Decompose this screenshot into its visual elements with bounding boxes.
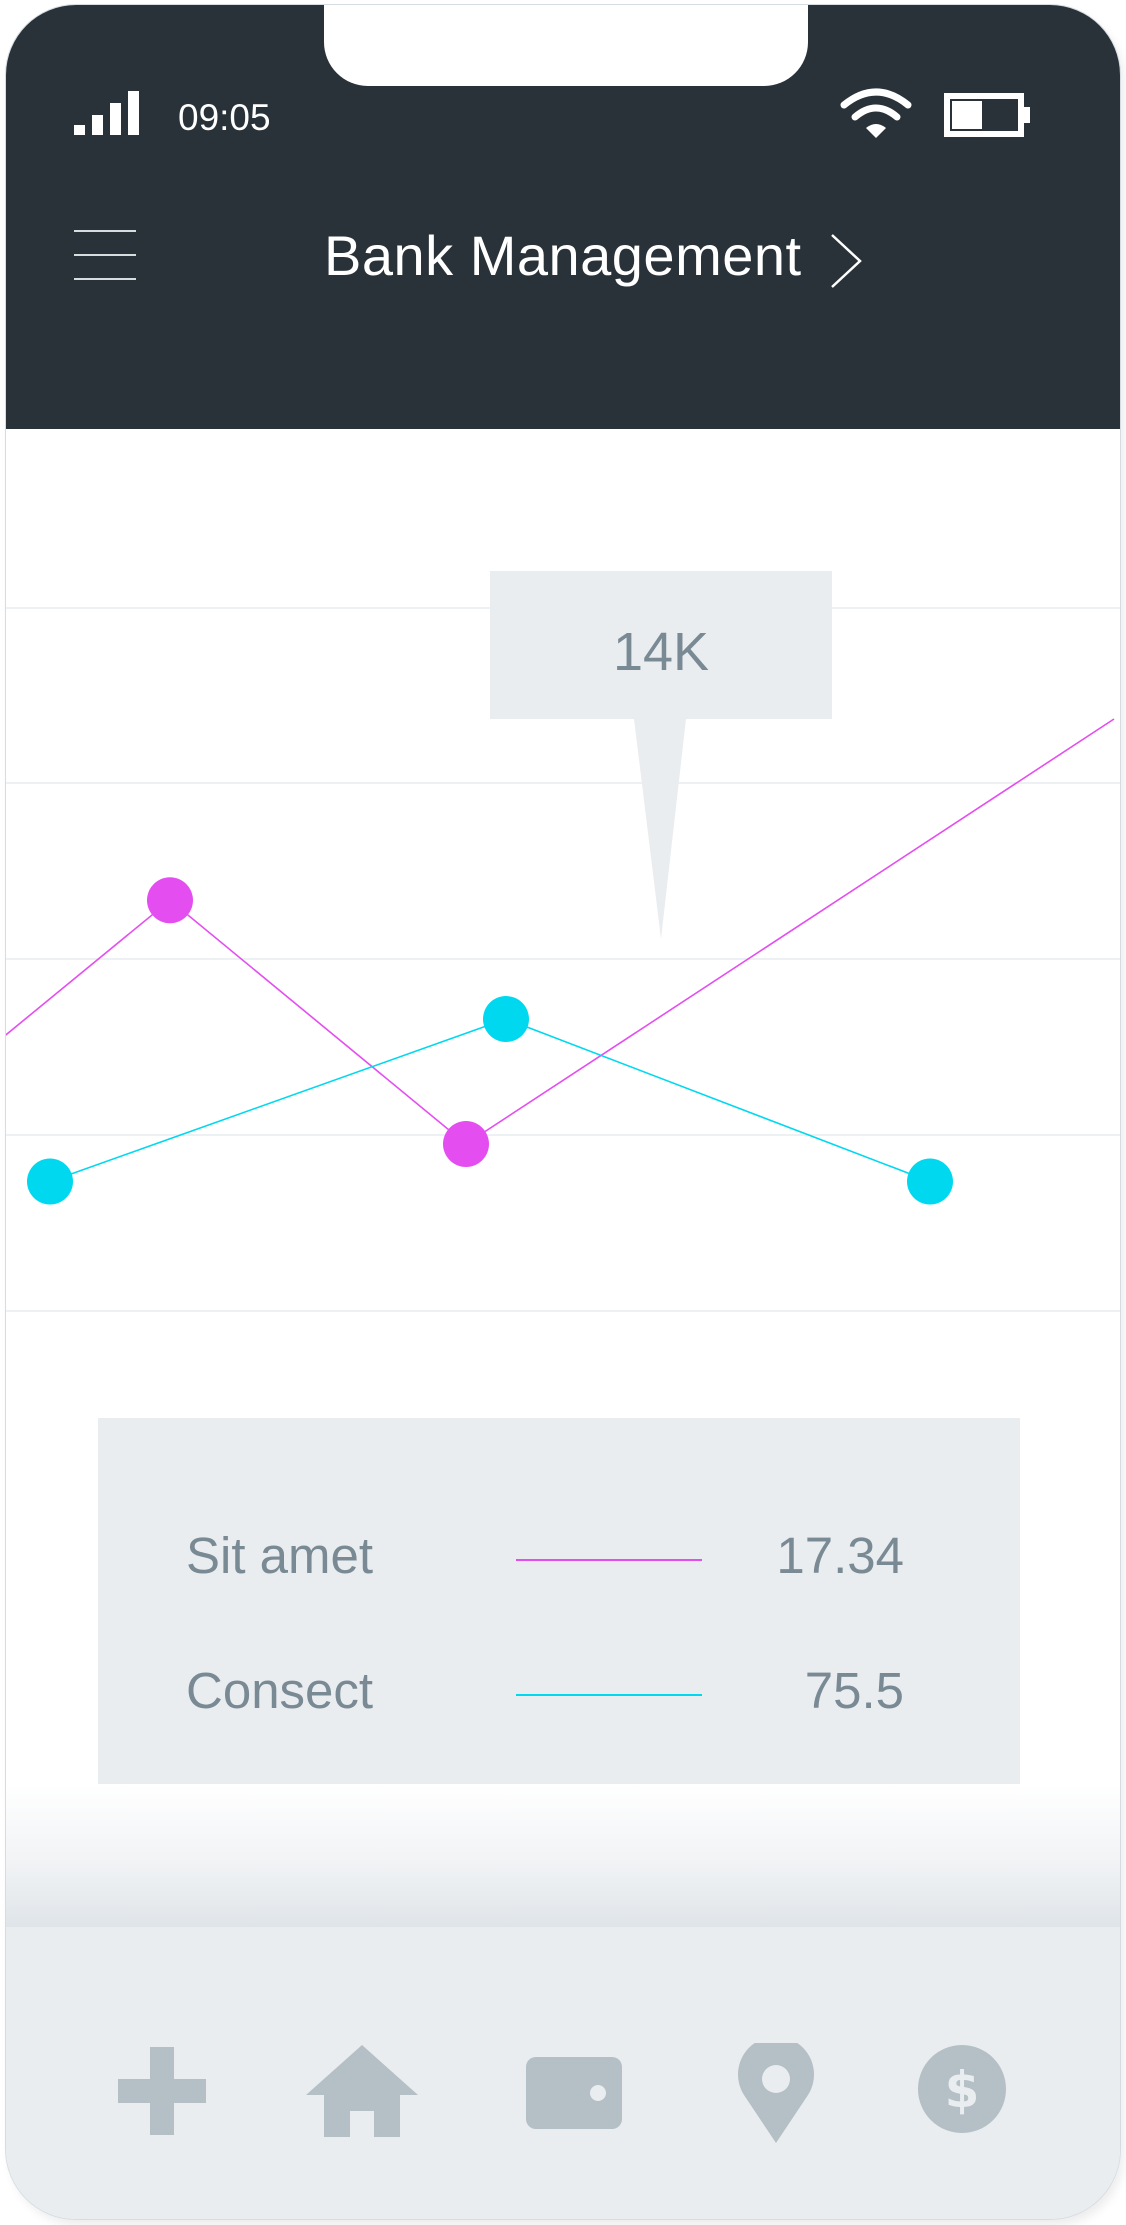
legend-label: Consect: [186, 1662, 374, 1719]
menu-button[interactable]: [74, 230, 138, 280]
signal-strength-icon: [74, 91, 139, 135]
wifi-icon: [840, 88, 912, 138]
legend-value: 17.34: [776, 1527, 904, 1584]
data-point[interactable]: [483, 996, 529, 1042]
data-point[interactable]: [27, 1158, 73, 1205]
data-point[interactable]: [443, 1121, 489, 1167]
home-icon[interactable]: [306, 2045, 418, 2137]
status-time: 09:05: [178, 97, 271, 138]
legend-row: Sit amet 17.34: [98, 1526, 1020, 1596]
dollar-icon[interactable]: $: [918, 2045, 1006, 2133]
plus-icon[interactable]: [118, 2047, 206, 2135]
legend-row: Consect 75.5: [98, 1661, 1020, 1731]
svg-text:$: $: [945, 2061, 980, 2119]
data-point[interactable]: [907, 1158, 953, 1205]
chart-series: [6, 718, 1115, 1205]
page-title: Bank Management: [324, 224, 802, 287]
data-point[interactable]: [147, 877, 193, 924]
phone-frame: 09:05 Bank Management 14K Sit amet 17.34…: [6, 5, 1120, 2219]
chart-tooltip: 14K: [490, 571, 832, 719]
legend-value: 75.5: [804, 1662, 904, 1719]
line-chart: [6, 607, 1120, 1312]
app-header: 09:05 Bank Management: [6, 5, 1120, 429]
legend-panel: Sit amet 17.34 Consect 75.5: [98, 1418, 1020, 1784]
series-line: [6, 718, 1115, 1145]
legend-line-swatch: [516, 1559, 702, 1561]
series-line: [49, 1018, 931, 1183]
location-pin-icon[interactable]: [738, 2043, 814, 2143]
device-notch: [324, 5, 808, 86]
legend-label: Sit amet: [186, 1527, 374, 1584]
wallet-icon[interactable]: [526, 2057, 622, 2129]
bottom-tab-bar: $: [6, 1927, 1120, 2219]
content-fade: [6, 1784, 1120, 1928]
tooltip-pointer: [634, 719, 686, 939]
tooltip-value: 14K: [612, 622, 710, 682]
battery-icon: [944, 93, 1030, 137]
legend-line-swatch: [516, 1694, 702, 1696]
chevron-right-icon[interactable]: [826, 231, 866, 291]
